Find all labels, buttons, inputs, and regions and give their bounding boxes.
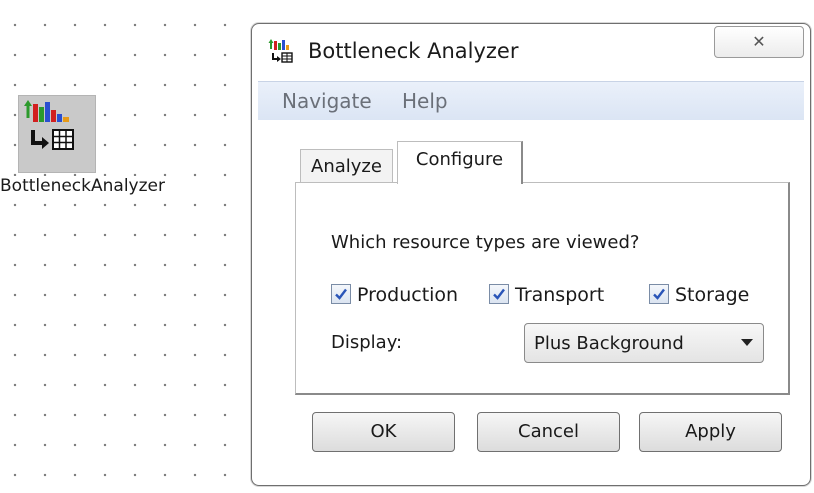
cancel-button[interactable]: Cancel [477, 412, 620, 452]
transport-label: Transport [515, 284, 605, 306]
ok-button[interactable]: OK [312, 412, 455, 452]
production-label: Production [357, 284, 459, 306]
bottleneck-analyzer-icon [24, 100, 74, 150]
bottleneck-analyzer-icon [268, 38, 294, 64]
checkbox-checked-icon[interactable] [489, 284, 509, 304]
menu-bar: Navigate Help [258, 81, 804, 120]
display-select[interactable]: Plus Background [524, 323, 764, 363]
close-icon: ✕ [752, 32, 766, 51]
bottleneck-analyzer-block[interactable] [18, 95, 96, 173]
storage-checkbox[interactable]: Storage [649, 282, 759, 308]
production-checkbox[interactable]: Production [331, 282, 471, 308]
chevron-down-icon[interactable] [741, 339, 753, 346]
block-label: BottleneckAnalyzer [0, 176, 165, 196]
menu-navigate[interactable]: Navigate [282, 88, 372, 114]
checkbox-checked-icon[interactable] [331, 284, 351, 304]
configure-panel: Which resource types are viewed? Product… [295, 182, 790, 395]
resource-types-question: Which resource types are viewed? [331, 232, 640, 253]
menu-help[interactable]: Help [402, 88, 448, 114]
apply-button[interactable]: Apply [639, 412, 782, 452]
tab-configure[interactable]: Configure [397, 141, 523, 184]
display-select-value: Plus Background [534, 333, 684, 354]
display-label: Display: [331, 332, 403, 353]
title-bar[interactable]: Bottleneck Analyzer ✕ [252, 24, 810, 76]
storage-label: Storage [675, 284, 750, 306]
bottleneck-analyzer-window: Bottleneck Analyzer ✕ Navigate Help Anal… [251, 23, 811, 486]
close-button[interactable]: ✕ [714, 26, 804, 58]
window-title: Bottleneck Analyzer [308, 39, 519, 63]
tab-analyze[interactable]: Analyze [300, 149, 393, 182]
transport-checkbox[interactable]: Transport [489, 282, 619, 308]
checkbox-checked-icon[interactable] [649, 284, 669, 304]
